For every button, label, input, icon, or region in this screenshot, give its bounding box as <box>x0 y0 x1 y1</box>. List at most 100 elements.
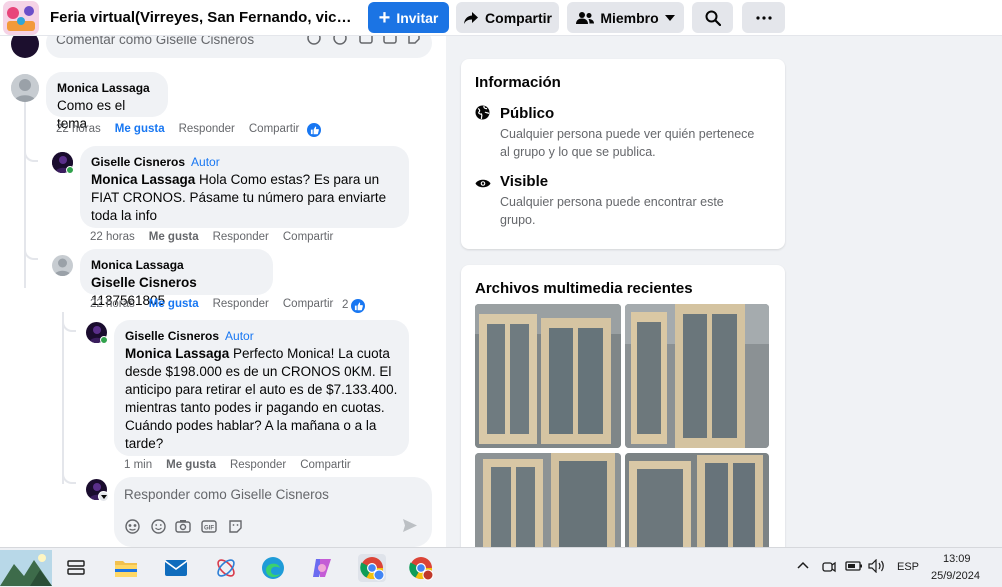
gif-icon[interactable]: GIF <box>201 518 217 534</box>
search-button[interactable] <box>692 2 733 33</box>
comment-actions-3: 22 horas Me gusta Responder Compartir <box>90 298 333 310</box>
sticker-icon[interactable] <box>227 518 243 534</box>
copilot-icon[interactable] <box>308 554 336 582</box>
public-title: Público <box>500 105 555 122</box>
reply-input-box[interactable]: Responder como Giselle Cisneros GIF <box>114 477 432 547</box>
emoji-icon[interactable] <box>150 518 166 534</box>
camera-icon[interactable] <box>175 518 191 534</box>
meet-now-icon[interactable] <box>822 559 836 578</box>
chevron-up-icon[interactable] <box>797 560 809 572</box>
like-reaction-icon[interactable] <box>306 122 322 138</box>
public-description: Cualquier persona puede ver quién perten… <box>500 127 755 159</box>
clock-date[interactable]: 25/9/2024 <box>931 570 980 582</box>
clock-time[interactable]: 13:09 <box>943 553 971 565</box>
comment-author[interactable]: Giselle Cisneros <box>125 329 219 343</box>
send-icon[interactable] <box>402 517 418 533</box>
mention-link[interactable]: Monica Lassaga <box>91 172 195 187</box>
media-card: Archivos multimedia recientes <box>461 265 785 565</box>
current-user-avatar[interactable] <box>11 36 39 58</box>
share-comment-button[interactable]: Compartir <box>283 231 333 243</box>
share-comment-button[interactable]: Compartir <box>300 459 350 471</box>
share-arrow-icon <box>463 11 479 25</box>
comment-time[interactable]: 22 horas <box>90 231 135 243</box>
search-icon <box>705 10 721 26</box>
comment-time[interactable]: 22 horas <box>90 298 135 310</box>
comment-bubble-4: Giselle Cisneros Autor Monica Lassaga Per… <box>114 320 409 456</box>
plus-icon: + <box>378 6 391 29</box>
chevron-down-icon[interactable] <box>98 491 109 502</box>
chrome-icon[interactable] <box>407 554 435 582</box>
reply-button[interactable]: Responder <box>179 123 235 135</box>
sticker-icon[interactable] <box>406 36 422 46</box>
thread-line-nested <box>62 312 64 484</box>
comment-actions-4: 1 min Me gusta Responder Compartir <box>124 459 351 471</box>
comment-text: Perfecto Monica! La cuota desde $198.000… <box>125 346 398 451</box>
comment-bubble-3: Monica Lassaga Giselle Cisneros 11375618… <box>80 249 273 308</box>
battery-icon[interactable] <box>845 560 863 575</box>
like-reaction-icon[interactable] <box>350 298 366 314</box>
share-button[interactable]: Compartir <box>456 2 559 33</box>
like-button[interactable]: Me gusta <box>166 459 216 471</box>
top-comment-placeholder: Comentar como Giselle Cisneros <box>56 36 255 47</box>
group-thumbnail[interactable] <box>3 1 39 35</box>
language-indicator[interactable]: ESP <box>897 561 919 573</box>
like-button[interactable]: Me gusta <box>149 298 199 310</box>
edge-browser-icon[interactable] <box>259 554 287 582</box>
mail-icon[interactable] <box>162 554 190 582</box>
comment-author[interactable]: Monica Lassaga <box>57 81 150 95</box>
file-explorer-icon[interactable] <box>112 554 140 582</box>
like-button[interactable]: Me gusta <box>115 123 165 135</box>
share-comment-button[interactable]: Compartir <box>249 123 299 135</box>
thread-curve-2 <box>24 244 38 260</box>
windows-taskbar: ESP 13:09 25/9/2024 <box>0 547 1002 587</box>
reaction-count[interactable]: 2 <box>342 299 348 311</box>
mention-link[interactable]: Giselle Cisneros <box>91 275 197 290</box>
invite-button[interactable]: + Invitar <box>368 2 449 33</box>
reply-button[interactable]: Responder <box>213 231 269 243</box>
comment-time[interactable]: 1 min <box>124 459 152 471</box>
visible-title: Visible <box>500 173 549 190</box>
volume-icon[interactable] <box>868 558 886 576</box>
share-comment-button[interactable]: Compartir <box>283 298 333 310</box>
more-options-button[interactable] <box>742 2 785 33</box>
more-icon <box>755 15 772 20</box>
comment-time[interactable]: 22 horas <box>56 123 101 135</box>
gif-icon[interactable] <box>382 36 398 46</box>
caret-down-icon <box>664 14 675 21</box>
media-thumbnail[interactable] <box>625 304 769 448</box>
info-card-title: Información <box>475 74 561 91</box>
task-view-icon[interactable] <box>62 554 90 582</box>
mention-link[interactable]: Monica Lassaga <box>125 346 229 361</box>
creative-app-icon[interactable] <box>212 554 240 582</box>
member-button[interactable]: Miembro <box>567 2 684 33</box>
comments-panel: Comentar como Giselle Cisneros Monica La… <box>0 36 446 547</box>
emoji-icon[interactable] <box>332 36 348 46</box>
avatar-sticker-icon[interactable] <box>124 518 140 534</box>
info-card: Información Público Cualquier persona pu… <box>461 59 785 249</box>
group-title[interactable]: Feria virtual(Virreyes, San Fernando, vi… <box>50 9 355 26</box>
online-status-dot <box>100 336 108 344</box>
avatar-sticker-icon[interactable] <box>306 36 322 46</box>
reply-button[interactable]: Responder <box>213 298 269 310</box>
comment-author[interactable]: Giselle Cisneros <box>91 155 185 169</box>
share-label: Compartir <box>485 9 552 26</box>
invite-label: Invitar <box>396 9 439 26</box>
visible-description: Cualquier persona puede encontrar este g… <box>500 195 724 227</box>
eye-icon <box>475 176 491 194</box>
svg-text:GIF: GIF <box>204 525 214 531</box>
comment-bubble-1: Monica Lassaga Como es el tema <box>46 72 168 131</box>
top-comment-box[interactable]: Comentar como Giselle Cisneros <box>46 36 432 58</box>
like-button[interactable]: Me gusta <box>149 231 199 243</box>
author-badge: Autor <box>225 329 254 343</box>
media-thumbnail[interactable] <box>475 304 621 448</box>
weather-widget-icon[interactable] <box>0 550 52 586</box>
avatar-monica-small[interactable] <box>52 255 73 276</box>
media-card-title: Archivos multimedia recientes <box>475 280 693 297</box>
camera-icon[interactable] <box>358 36 374 46</box>
avatar-monica[interactable] <box>11 74 39 102</box>
globe-icon <box>475 105 490 125</box>
chrome-profile-icon[interactable] <box>358 554 386 582</box>
thread-curve-3 <box>62 316 76 332</box>
reply-button[interactable]: Responder <box>230 459 286 471</box>
comment-author[interactable]: Monica Lassaga <box>91 258 184 272</box>
